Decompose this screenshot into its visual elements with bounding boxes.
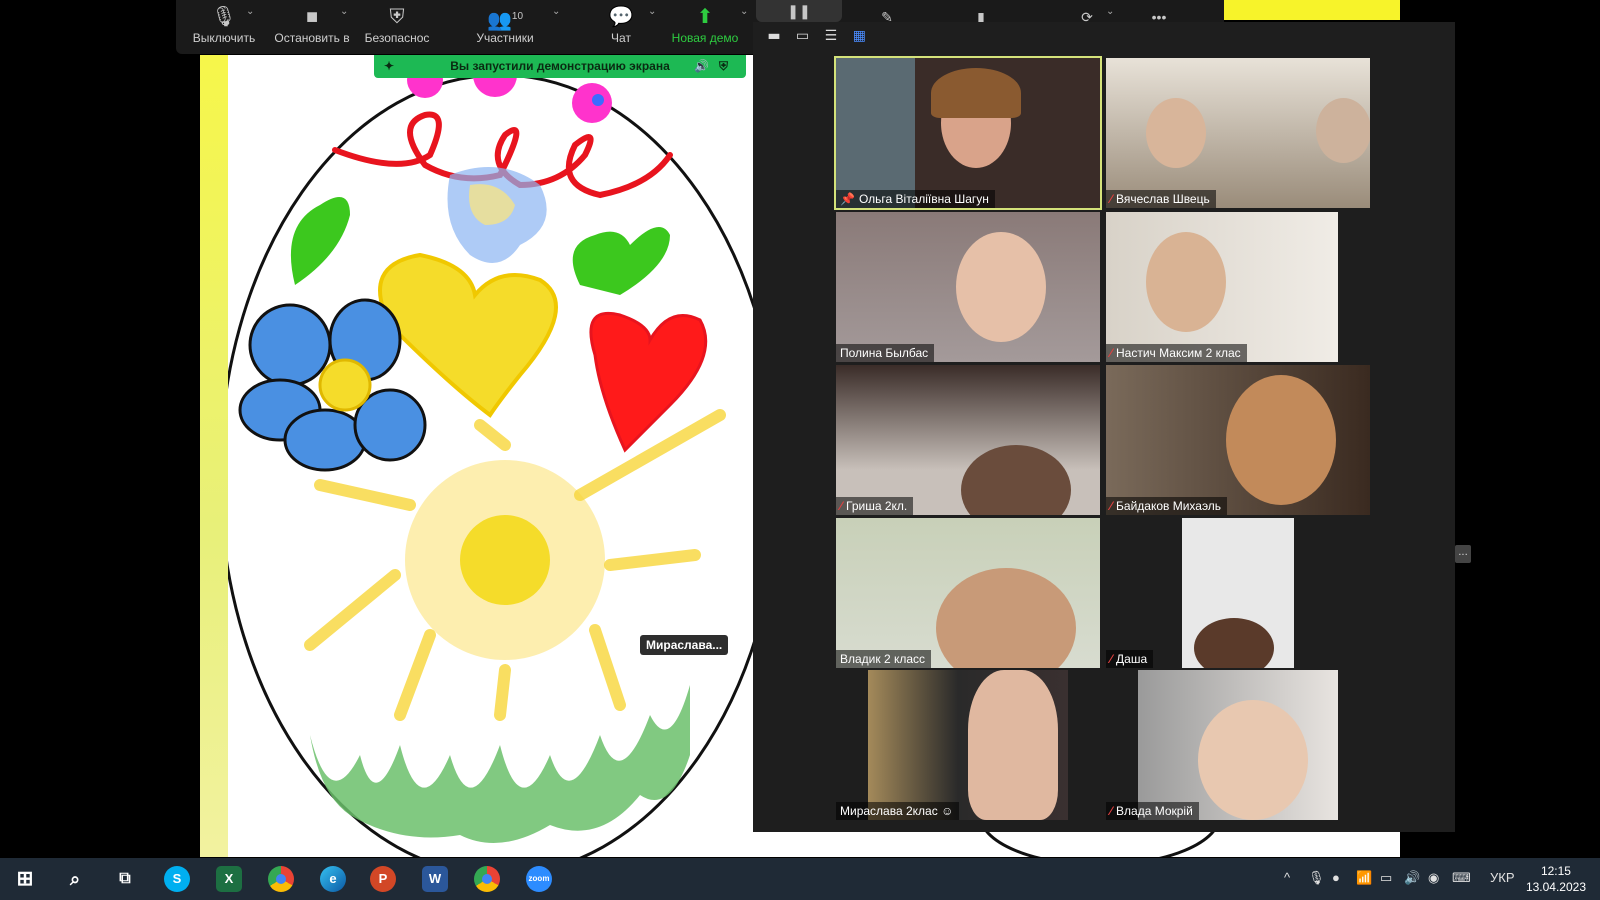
participant-video	[956, 232, 1046, 342]
minimize-view-icon[interactable]: ▬	[762, 28, 786, 44]
participant-name: Мираслава 2клас	[840, 804, 938, 818]
gallery-more-handle[interactable]: ...	[1455, 545, 1471, 563]
skype-icon[interactable]: S	[164, 866, 190, 892]
participant-video	[1226, 375, 1336, 505]
video-tile[interactable]: ⁄ Влада Мокрій	[1106, 670, 1338, 820]
shield-check-icon[interactable]: ⛨	[719, 59, 738, 73]
chat-options-chevron-icon[interactable]: ⌄	[648, 6, 656, 17]
participant-name: Настич Максим 2 клас	[1116, 346, 1241, 360]
speaker-view-icon[interactable]: ▭	[790, 28, 814, 44]
stacked-view-icon[interactable]: ☰	[819, 28, 843, 44]
pin-icon: 📌	[840, 192, 855, 206]
muted-microphone-icon: ⁄	[1110, 652, 1113, 666]
vpn-tray-icon[interactable]: ●	[1332, 870, 1340, 885]
pin-icon[interactable]: ✦	[384, 55, 394, 78]
muted-microphone-icon: ⁄	[840, 499, 843, 513]
participant-video	[1146, 232, 1226, 332]
muted-microphone-icon: ⁄	[1110, 804, 1113, 818]
video-options-chevron-icon[interactable]: ⌄	[340, 6, 348, 17]
participant-name: Ольга Віталіївна Шагун	[858, 192, 989, 206]
windows-start-icon[interactable]: ⊞	[12, 866, 38, 892]
task-view-icon[interactable]: ⧉	[112, 866, 138, 892]
participant-name: Владик 2 класс	[840, 652, 926, 666]
screen-share-banner: ✦ Вы запустили демонстрацию экрана 🔊⛨	[374, 55, 746, 78]
clock-date: 13.04.2023	[1525, 880, 1586, 894]
edge-icon[interactable]: e	[320, 866, 346, 892]
canvas-left-border	[200, 55, 228, 857]
screen-share-banner-text: Вы запустили демонстрацию экрана	[450, 59, 670, 73]
chat-bubble-icon: 💬	[608, 6, 634, 28]
muted-microphone-icon: ⁄	[1110, 192, 1113, 206]
windows-taskbar: ⊞ ⌕ ⧉ S X e P W zoom ^ 🎙 ● 📶 ▭ 🔊 ◉ ⌨ УКР…	[0, 858, 1600, 900]
chrome-icon[interactable]	[268, 866, 294, 892]
excel-icon[interactable]: X	[216, 866, 242, 892]
shield-icon: ⛨	[389, 6, 405, 28]
viber-icon[interactable]: ◉	[1428, 870, 1439, 886]
video-tile[interactable]: 📌 Ольга Віталіївна Шагун	[834, 56, 1102, 210]
video-tile[interactable]: Мираслава 2клас ☺	[836, 670, 1100, 820]
participant-video	[1146, 98, 1206, 168]
canvas-top-right-decoration	[1224, 0, 1400, 20]
system-clock[interactable]: 12:15 13.04.2023	[1526, 863, 1586, 895]
share-screen-icon: ⬆	[696, 6, 714, 28]
participants-options-chevron-icon[interactable]: ⌄	[552, 6, 560, 17]
share-options-chevron-icon[interactable]: ⌄	[740, 6, 748, 17]
participant-name: Байдаков Михаэль	[1116, 499, 1222, 513]
participant-name: Полина Былбас	[840, 346, 929, 360]
video-tile[interactable]: ⁄ Даша	[1106, 518, 1370, 668]
video-tile[interactable]: ⁄ Настич Максим 2 клас	[1106, 212, 1338, 362]
chrome-profile-icon[interactable]	[474, 866, 500, 892]
participant-video	[868, 670, 1068, 820]
pause-share-button[interactable]: ❚❚	[756, 0, 842, 22]
wifi-icon[interactable]: 📶	[1356, 870, 1372, 886]
search-icon[interactable]: ⌕	[62, 866, 88, 892]
record-options-chevron-icon[interactable]: ⌄	[1106, 6, 1114, 17]
language-indicator[interactable]: УКР	[1490, 870, 1515, 885]
participants-button[interactable]: 👥10 Участники	[468, 4, 542, 52]
participant-name: Влада Мокрій	[1116, 804, 1193, 818]
participant-name: Даша	[1116, 652, 1148, 666]
microphone-tray-icon[interactable]: 🎙	[1308, 870, 1325, 886]
volume-icon[interactable]: 🔊	[1404, 870, 1420, 886]
battery-icon[interactable]: ▭	[1380, 870, 1392, 886]
participants-count: 10	[511, 11, 524, 22]
video-tile[interactable]: ⁄ Гриша 2кл.	[836, 365, 1100, 515]
gallery-view-controls: ▬ ▭ ☰ ▦	[762, 28, 871, 48]
clock-time: 12:15	[1540, 864, 1571, 878]
mute-options-chevron-icon[interactable]: ⌄	[246, 6, 254, 17]
participant-video	[1182, 518, 1294, 668]
banner-controls: 🔊⛨	[694, 55, 738, 78]
participant-video	[936, 568, 1076, 668]
muted-microphone-icon: ⁄	[1110, 346, 1113, 360]
video-tile[interactable]: Владик 2 класс	[836, 518, 1100, 668]
participant-name: Гриша 2кл.	[846, 499, 908, 513]
security-button[interactable]: ⛨ Безопаснос	[360, 4, 434, 52]
chat-button[interactable]: 💬 Чат	[596, 4, 646, 52]
video-tile[interactable]: Полина Былбас	[836, 212, 1100, 362]
participant-name: Вячеслав Швець	[1116, 192, 1210, 206]
speaker-icon[interactable]: 🔊	[694, 59, 719, 73]
grid-view-icon[interactable]: ▦	[847, 28, 871, 44]
powerpoint-icon[interactable]: P	[370, 866, 396, 892]
new-share-button[interactable]: ⬆ Новая демо	[668, 4, 742, 52]
emoji-reaction-icon: ☺	[941, 804, 954, 818]
show-hidden-icons-chevron-icon[interactable]: ^	[1284, 870, 1290, 885]
participant-video	[961, 445, 1071, 515]
participant-video	[1138, 670, 1338, 820]
keyboard-icon[interactable]: ⌨	[1452, 870, 1471, 886]
word-icon[interactable]: W	[422, 866, 448, 892]
video-tile[interactable]: ⁄ Вячеслав Швець	[1106, 58, 1370, 208]
video-tile[interactable]: ⁄ Байдаков Михаэль	[1106, 365, 1370, 515]
zoom-icon[interactable]: zoom	[526, 866, 552, 892]
participants-icon: 👥10	[486, 9, 524, 32]
annotator-name-tag: Мираслава...	[640, 635, 729, 655]
muted-microphone-icon: ⁄	[1110, 499, 1113, 513]
